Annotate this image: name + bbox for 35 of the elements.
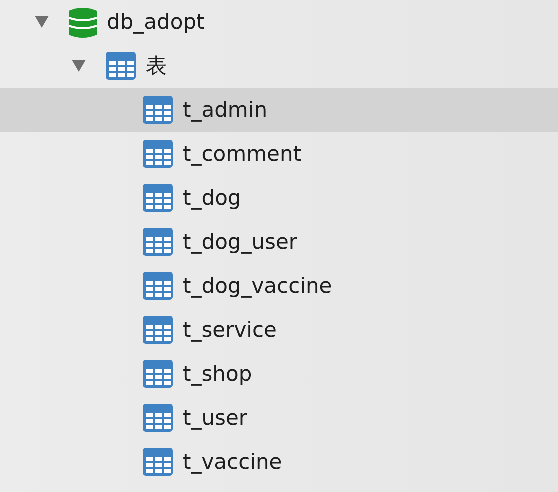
table-icon bbox=[142, 447, 174, 477]
table-icon bbox=[105, 51, 137, 81]
table-icon bbox=[142, 183, 174, 213]
item-label: t_admin bbox=[183, 98, 268, 122]
item-label: db_adopt bbox=[107, 10, 205, 34]
tree-item[interactable]: t_dog_user bbox=[0, 220, 558, 264]
item-label: t_vaccine bbox=[183, 450, 282, 474]
tree-item[interactable]: t_comment bbox=[0, 132, 558, 176]
tree-item[interactable]: t_user bbox=[0, 396, 558, 440]
item-label: t_service bbox=[183, 318, 277, 342]
tree-item[interactable]: t_service bbox=[0, 308, 558, 352]
table-icon bbox=[142, 95, 174, 125]
table-icon bbox=[142, 403, 174, 433]
item-label: t_comment bbox=[183, 142, 302, 166]
disclosure-triangle-icon[interactable] bbox=[34, 15, 50, 29]
table-icon bbox=[142, 359, 174, 389]
disclosure-triangle-icon[interactable] bbox=[71, 59, 87, 73]
item-label: 表 bbox=[146, 53, 167, 80]
tree-item[interactable]: t_shop bbox=[0, 352, 558, 396]
database-icon bbox=[68, 6, 98, 38]
table-icon bbox=[142, 227, 174, 257]
tree-item[interactable]: t_vaccine bbox=[0, 440, 558, 484]
item-label: t_user bbox=[183, 406, 248, 430]
item-label: t_dog bbox=[183, 186, 242, 210]
item-label: t_shop bbox=[183, 362, 252, 386]
item-label: t_dog_user bbox=[183, 230, 298, 254]
table-icon bbox=[142, 315, 174, 345]
item-label: t_dog_vaccine bbox=[183, 274, 332, 298]
tree-item[interactable]: t_dog_vaccine bbox=[0, 264, 558, 308]
tree-item[interactable]: db_adopt bbox=[0, 0, 558, 44]
table-icon bbox=[142, 139, 174, 169]
tree-item[interactable]: t_dog bbox=[0, 176, 558, 220]
tree-item[interactable]: 表 bbox=[0, 44, 558, 88]
table-icon bbox=[142, 271, 174, 301]
tree-item[interactable]: t_admin bbox=[0, 88, 558, 132]
